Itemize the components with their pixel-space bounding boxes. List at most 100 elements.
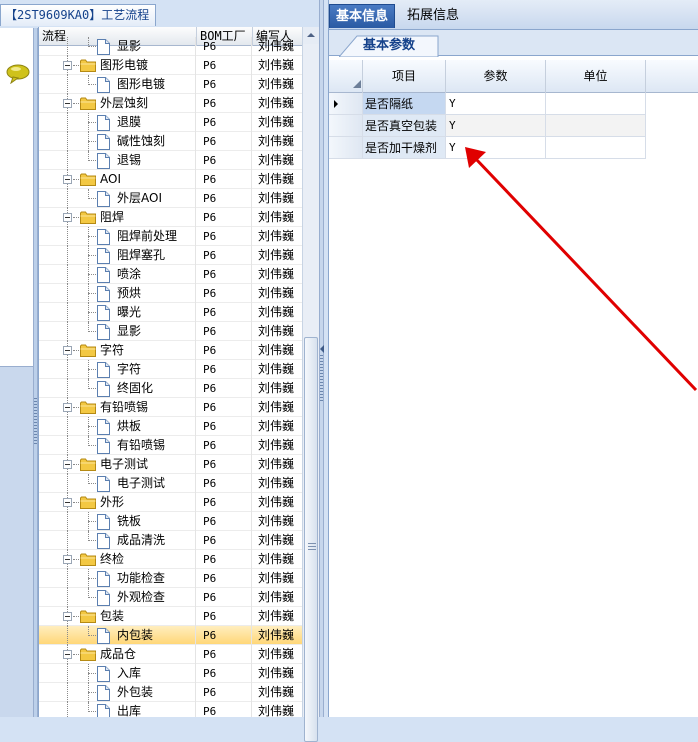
tree-name-cell[interactable]: 阻焊 [39, 208, 196, 227]
tree-leaf-row[interactable]: 功能检查 P6 刘伟巍 [39, 569, 302, 588]
tree-bom-cell[interactable]: P6 [197, 246, 252, 265]
column-header-value[interactable]: 参数 [446, 60, 546, 93]
tree-bom-cell[interactable]: P6 [197, 588, 252, 607]
tree-group-row[interactable]: 成品仓 P6 刘伟巍 [39, 645, 302, 664]
tree-bom-cell[interactable]: P6 [197, 151, 252, 170]
tree-group-row[interactable]: 有铅喷锡 P6 刘伟巍 [39, 398, 302, 417]
tree-author-cell[interactable]: 刘伟巍 [253, 512, 302, 531]
tree-name-cell[interactable]: 外形 [39, 493, 196, 512]
tree-leaf-row[interactable]: 成品清洗 P6 刘伟巍 [39, 531, 302, 550]
tree-bom-cell[interactable]: P6 [197, 436, 252, 455]
tree-leaf-row[interactable]: 退锡 P6 刘伟巍 [39, 151, 302, 170]
tree-bom-cell[interactable]: P6 [197, 455, 252, 474]
column-header-item[interactable]: 项目 [363, 60, 446, 93]
tree-author-cell[interactable]: 刘伟巍 [253, 493, 302, 512]
tree-leaf-row[interactable]: 碱性蚀刻 P6 刘伟巍 [39, 132, 302, 151]
tree-author-cell[interactable]: 刘伟巍 [253, 683, 302, 702]
tree-bom-cell[interactable]: P6 [197, 702, 252, 717]
tree-name-cell[interactable]: 成品清洗 [39, 531, 196, 550]
tree-name-cell[interactable]: 显影 [39, 322, 196, 341]
tree-bom-cell[interactable]: P6 [197, 37, 252, 56]
tree-name-cell[interactable]: 喷涂 [39, 265, 196, 284]
tree-author-cell[interactable]: 刘伟巍 [253, 265, 302, 284]
collapse-minus-icon[interactable] [63, 650, 72, 659]
process-tree-grid[interactable]: 流程 BOM工厂 编写人 显影 P6 刘伟巍 图形电镀 P6 刘伟巍 图形电镀 P6 刘伟巍 外层… [38, 27, 302, 717]
tree-group-row[interactable]: 外层蚀刻 P6 刘伟巍 [39, 94, 302, 113]
param-value-cell[interactable]: Y [446, 137, 546, 159]
tree-name-cell[interactable]: 阻焊塞孔 [39, 246, 196, 265]
collapse-minus-icon[interactable] [63, 403, 72, 412]
tree-bom-cell[interactable]: P6 [197, 56, 252, 75]
tree-vertical-scrollbar[interactable] [302, 27, 319, 742]
tree-name-cell[interactable]: 字符 [39, 360, 196, 379]
tree-author-cell[interactable]: 刘伟巍 [253, 132, 302, 151]
collapse-minus-icon[interactable] [63, 175, 72, 184]
tree-name-cell[interactable]: 图形电镀 [39, 56, 196, 75]
tree-leaf-row[interactable]: 喷涂 P6 刘伟巍 [39, 265, 302, 284]
collapse-minus-icon[interactable] [63, 99, 72, 108]
tree-name-cell[interactable]: 铣板 [39, 512, 196, 531]
tree-author-cell[interactable]: 刘伟巍 [253, 550, 302, 569]
param-unit-cell[interactable] [546, 137, 646, 159]
tree-group-row[interactable]: 终检 P6 刘伟巍 [39, 550, 302, 569]
tree-bom-cell[interactable]: P6 [197, 531, 252, 550]
splitter-left-arrow-icon[interactable] [320, 345, 325, 353]
tree-author-cell[interactable]: 刘伟巍 [253, 151, 302, 170]
tree-leaf-row[interactable]: 外观检查 P6 刘伟巍 [39, 588, 302, 607]
row-indicator[interactable] [329, 93, 363, 115]
tree-name-cell[interactable]: 电子测试 [39, 455, 196, 474]
param-row[interactable]: 是否真空包装 Y [329, 115, 698, 137]
params-corner-cell[interactable] [329, 60, 363, 93]
column-header-unit[interactable]: 单位 [546, 60, 646, 93]
tree-name-cell[interactable]: 出库 [39, 702, 196, 717]
tree-author-cell[interactable]: 刘伟巍 [253, 531, 302, 550]
tree-author-cell[interactable]: 刘伟巍 [253, 626, 302, 645]
tree-author-cell[interactable]: 刘伟巍 [253, 75, 302, 94]
tree-bom-cell[interactable]: P6 [197, 303, 252, 322]
tree-author-cell[interactable]: 刘伟巍 [253, 702, 302, 717]
row-indicator[interactable] [329, 115, 363, 137]
collapse-minus-icon[interactable] [63, 346, 72, 355]
tree-author-cell[interactable]: 刘伟巍 [253, 474, 302, 493]
tree-name-cell[interactable]: AOI [39, 170, 196, 189]
collapse-minus-icon[interactable] [63, 612, 72, 621]
tree-bom-cell[interactable]: P6 [197, 550, 252, 569]
tree-bom-cell[interactable]: P6 [197, 94, 252, 113]
tree-leaf-row[interactable]: 内包装 P6 刘伟巍 [39, 626, 302, 645]
tab-basic-info[interactable]: 基本信息 [329, 4, 396, 28]
tree-bom-cell[interactable]: P6 [197, 360, 252, 379]
tree-author-cell[interactable]: 刘伟巍 [253, 284, 302, 303]
tree-name-cell[interactable]: 图形电镀 [39, 75, 196, 94]
tree-leaf-row[interactable]: 外包装 P6 刘伟巍 [39, 683, 302, 702]
tree-bom-cell[interactable]: P6 [197, 189, 252, 208]
tree-bom-cell[interactable]: P6 [197, 265, 252, 284]
row-indicator[interactable] [329, 137, 363, 159]
tree-name-cell[interactable]: 外层蚀刻 [39, 94, 196, 113]
tree-bom-cell[interactable]: P6 [197, 512, 252, 531]
tree-bom-cell[interactable]: P6 [197, 113, 252, 132]
tree-bom-cell[interactable]: P6 [197, 683, 252, 702]
param-item-cell[interactable]: 是否真空包装 [363, 115, 446, 137]
tree-leaf-row[interactable]: 出库 P6 刘伟巍 [39, 702, 302, 717]
tree-author-cell[interactable]: 刘伟巍 [253, 360, 302, 379]
tree-author-cell[interactable]: 刘伟巍 [253, 303, 302, 322]
tree-bom-cell[interactable]: P6 [197, 493, 252, 512]
tree-author-cell[interactable]: 刘伟巍 [253, 645, 302, 664]
tree-bom-cell[interactable]: P6 [197, 417, 252, 436]
param-value-cell[interactable]: Y [446, 115, 546, 137]
tree-author-cell[interactable]: 刘伟巍 [253, 227, 302, 246]
tab-extended-info[interactable]: 拓展信息 [401, 4, 465, 28]
tree-author-cell[interactable]: 刘伟巍 [253, 398, 302, 417]
param-value-cell[interactable]: Y [446, 93, 546, 115]
tree-author-cell[interactable]: 刘伟巍 [253, 417, 302, 436]
param-unit-cell[interactable] [546, 115, 646, 137]
tree-bom-cell[interactable]: P6 [197, 322, 252, 341]
tree-group-row[interactable]: 外形 P6 刘伟巍 [39, 493, 302, 512]
tree-bom-cell[interactable]: P6 [197, 132, 252, 151]
tree-leaf-row[interactable]: 有铅喷锡 P6 刘伟巍 [39, 436, 302, 455]
tree-name-cell[interactable]: 有铅喷锡 [39, 436, 196, 455]
tree-name-cell[interactable]: 成品仓 [39, 645, 196, 664]
tree-author-cell[interactable]: 刘伟巍 [253, 341, 302, 360]
param-row[interactable]: 是否隔纸 Y [329, 93, 698, 115]
tree-name-cell[interactable]: 退膜 [39, 113, 196, 132]
